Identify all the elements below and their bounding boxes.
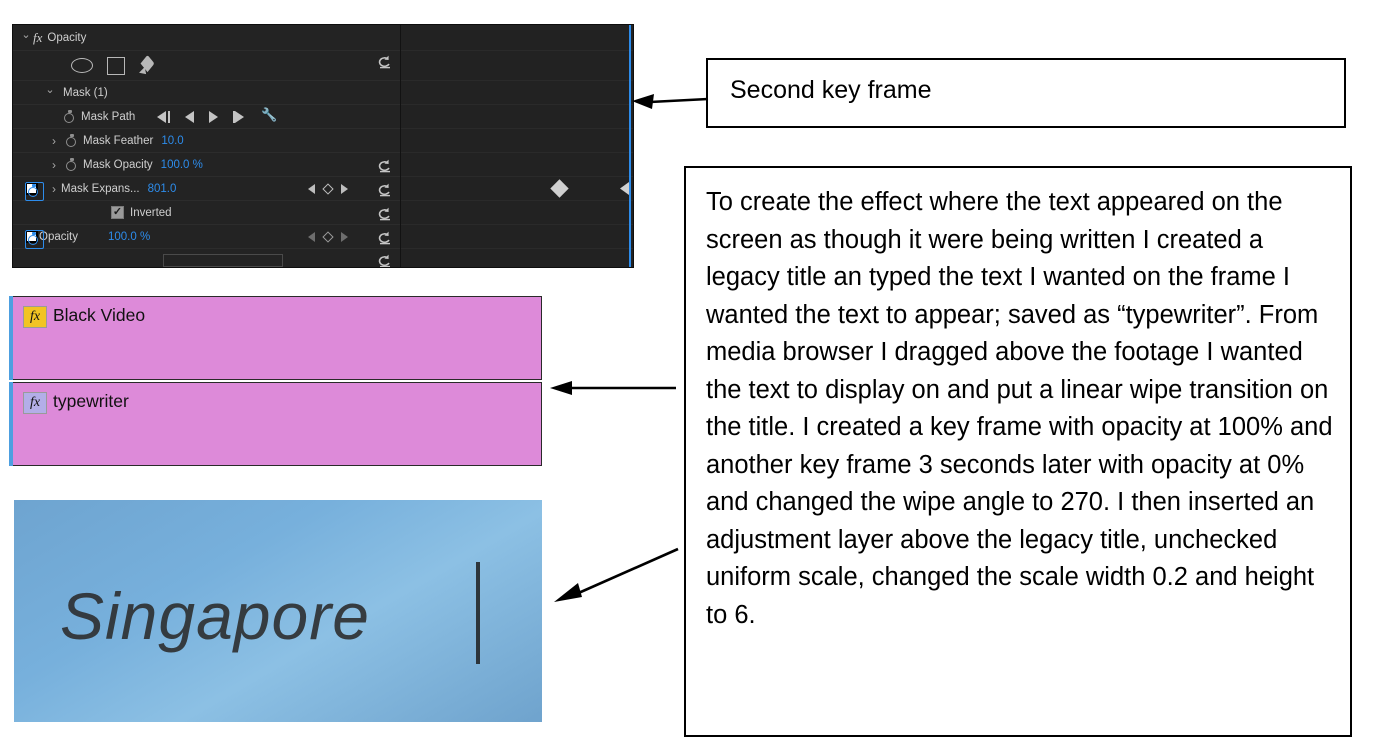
playhead[interactable] bbox=[629, 25, 631, 267]
property-row-mask-feather[interactable]: Mask Feather 10.0 bbox=[13, 129, 400, 153]
reset-icon[interactable] bbox=[377, 231, 392, 245]
program-monitor-preview[interactable]: Singapore bbox=[14, 500, 542, 722]
callout-second-key-frame: Second key frame bbox=[706, 58, 1346, 128]
property-row-opacity[interactable]: Opacity 100.0 % bbox=[13, 225, 400, 249]
inverted-checkbox[interactable] bbox=[111, 206, 124, 219]
add-keyframe-icon[interactable] bbox=[322, 230, 334, 243]
clip-label: typewriter bbox=[53, 391, 129, 411]
property-value[interactable]: 801.0 bbox=[148, 183, 177, 195]
property-value[interactable]: 100.0 % bbox=[108, 231, 150, 243]
timeline-lane bbox=[401, 249, 633, 267]
property-row-mask-expansion[interactable]: Mask Expans... 801.0 bbox=[13, 177, 400, 201]
chevron-down-icon[interactable] bbox=[43, 87, 57, 98]
property-label: Mask Opacity bbox=[83, 158, 153, 171]
text-caret-icon bbox=[476, 562, 480, 664]
reset-icon[interactable] bbox=[377, 55, 392, 69]
timeline-lane bbox=[401, 51, 633, 81]
clip-label: Black Video bbox=[53, 305, 146, 325]
stopwatch-icon[interactable] bbox=[65, 158, 78, 171]
fx-badge-icon: fx bbox=[23, 392, 47, 414]
timeline-lane-mask-expansion[interactable] bbox=[401, 177, 633, 201]
property-value[interactable]: 100.0 % bbox=[161, 159, 203, 171]
add-keyframe-icon[interactable] bbox=[322, 182, 334, 195]
timeline-lane bbox=[401, 153, 633, 177]
fx-badge-icon: fx bbox=[23, 306, 47, 328]
property-label: Inverted bbox=[130, 206, 172, 219]
keyframe-stepper[interactable] bbox=[308, 182, 348, 195]
callout-description: To create the effect where the text appe… bbox=[684, 166, 1352, 737]
timeline-lane bbox=[401, 81, 633, 105]
arrow-to-preview bbox=[552, 545, 680, 605]
mask-group-row[interactable]: Mask (1) bbox=[13, 81, 400, 105]
callout-text: Second key frame bbox=[730, 76, 932, 104]
property-row-mask-path[interactable]: Mask Path bbox=[13, 105, 400, 129]
mask-group-label: Mask (1) bbox=[63, 86, 108, 99]
effect-controls-property-list: fx Opacity Mask (1) Mask Path bbox=[13, 25, 401, 267]
keyframe-nav-group[interactable] bbox=[157, 107, 278, 124]
pen-icon[interactable] bbox=[139, 57, 157, 75]
mask-tool-row bbox=[13, 51, 400, 81]
keyframe-stepper[interactable] bbox=[308, 230, 348, 243]
prev-keyframe-icon[interactable] bbox=[308, 183, 315, 194]
timeline-clips: fx Black Video fx typewriter bbox=[9, 296, 542, 467]
wrench-icon[interactable] bbox=[261, 107, 277, 124]
property-label: Mask Feather bbox=[83, 134, 154, 147]
timeline-lane bbox=[401, 225, 633, 249]
keyframe-diamond[interactable] bbox=[550, 179, 569, 198]
timeline-clip-black-video[interactable]: fx Black Video bbox=[9, 296, 542, 380]
reset-icon[interactable] bbox=[377, 254, 392, 267]
property-label: Opacity bbox=[39, 230, 78, 243]
arrow-to-keyframe bbox=[630, 88, 710, 114]
prev-keyframe-icon[interactable] bbox=[185, 110, 195, 123]
reset-icon[interactable] bbox=[377, 207, 392, 221]
rectangle-icon[interactable] bbox=[107, 56, 125, 75]
clip-playhead-edge bbox=[9, 382, 13, 466]
property-row-mask-opacity[interactable]: Mask Opacity 100.0 % bbox=[13, 153, 400, 177]
prev-keyframe-icon[interactable] bbox=[308, 231, 315, 242]
fx-icon: fx bbox=[33, 29, 43, 45]
effect-header-opacity[interactable]: fx Opacity bbox=[13, 25, 400, 51]
effect-controls-timeline[interactable] bbox=[401, 25, 633, 267]
property-label: Mask Expans... bbox=[61, 182, 140, 195]
property-label: Mask Path bbox=[81, 110, 136, 123]
arrow-to-clips bbox=[548, 378, 678, 398]
ellipse-icon[interactable] bbox=[71, 58, 93, 73]
next-keyframe-icon[interactable] bbox=[209, 110, 219, 123]
prev-frame-icon[interactable] bbox=[157, 110, 171, 123]
callout-text: To create the effect where the text appe… bbox=[706, 188, 1333, 629]
stopwatch-icon[interactable] bbox=[63, 110, 76, 123]
clip-playhead-edge bbox=[9, 296, 13, 380]
chevron-right-icon[interactable] bbox=[47, 135, 61, 147]
slide-canvas: fx Opacity Mask (1) Mask Path bbox=[0, 0, 1378, 753]
reset-icon[interactable] bbox=[377, 159, 392, 173]
property-row-inverted[interactable]: Inverted bbox=[13, 201, 400, 225]
timeline-clip-typewriter[interactable]: fx typewriter bbox=[9, 382, 542, 466]
next-keyframe-icon[interactable] bbox=[341, 231, 348, 242]
chevron-right-icon[interactable] bbox=[47, 183, 61, 195]
chevron-down-icon[interactable] bbox=[19, 32, 33, 43]
preview-text: Singapore bbox=[60, 579, 370, 653]
stopwatch-icon[interactable] bbox=[65, 134, 78, 147]
effect-controls-panel: fx Opacity Mask (1) Mask Path bbox=[12, 24, 634, 268]
timeline-lane bbox=[401, 201, 633, 225]
property-row-partial bbox=[13, 249, 400, 267]
timeline-lane bbox=[401, 105, 633, 129]
timeline-lane bbox=[401, 129, 633, 153]
effect-name-label: Opacity bbox=[47, 31, 87, 44]
chevron-right-icon[interactable] bbox=[47, 159, 61, 171]
stopwatch-icon[interactable] bbox=[25, 182, 44, 201]
reset-icon[interactable] bbox=[377, 183, 392, 197]
next-frame-icon[interactable] bbox=[233, 110, 246, 123]
property-value[interactable]: 10.0 bbox=[161, 135, 183, 147]
keyframe-diamond-edge[interactable] bbox=[620, 182, 629, 195]
timeline-lane bbox=[401, 25, 633, 51]
stopwatch-icon[interactable] bbox=[25, 230, 44, 249]
next-keyframe-icon[interactable] bbox=[341, 183, 348, 194]
